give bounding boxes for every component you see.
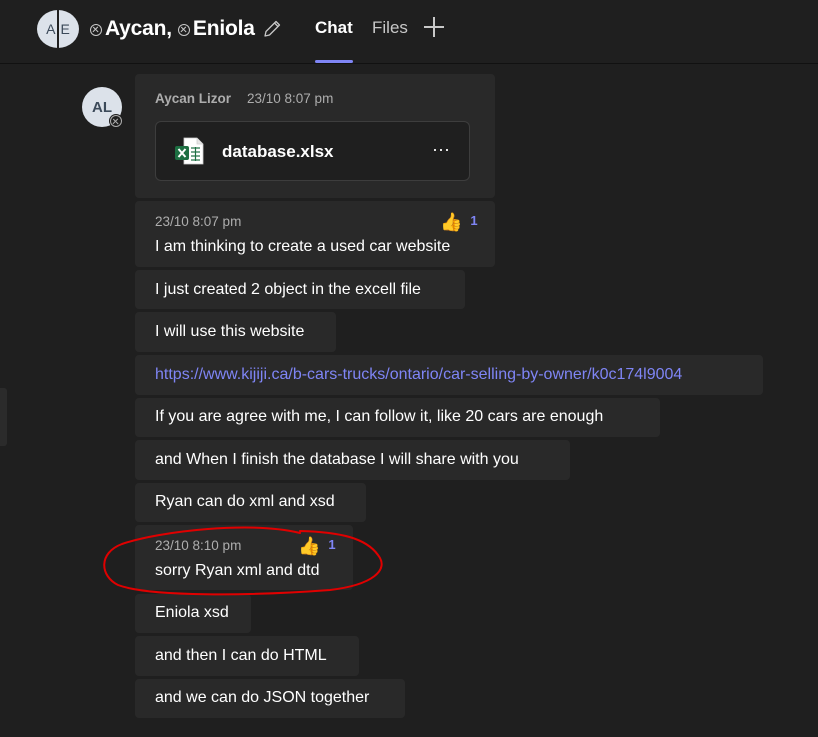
message-time: 23/10 8:07 pm <box>155 214 242 229</box>
message-text: sorry Ryan xml and dtd <box>155 562 320 579</box>
tab-chat[interactable]: Chat <box>315 18 353 64</box>
reaction[interactable]: 👍 1 <box>440 212 478 232</box>
chat-title: Aycan, Eniola <box>90 15 283 43</box>
message-link[interactable]: https://www.kijiji.ca/b-cars-trucks/onta… <box>155 366 682 384</box>
message-bubble[interactable]: I just created 2 object in the excell fi… <box>135 270 465 309</box>
message-file[interactable]: Aycan Lizor 23/10 8:07 pm database.xlsx … <box>135 74 495 198</box>
tab-files[interactable]: Files <box>372 18 408 64</box>
message-bubble[interactable]: 23/10 8:07 pm 👍 1 I am thinking to creat… <box>135 201 495 267</box>
message-text: and then I can do HTML <box>155 647 327 664</box>
sender-name: Aycan Lizor <box>155 91 232 106</box>
excel-file-icon <box>175 137 204 165</box>
message-bubble[interactable]: and then I can do HTML <box>135 636 359 676</box>
message-bubble[interactable]: 23/10 8:10 pm 👍 1 sorry Ryan xml and dtd <box>135 525 353 590</box>
message-text: and we can do JSON together <box>155 689 370 706</box>
message-text: I will use this website <box>155 323 305 340</box>
message-text: I am thinking to create a used car websi… <box>155 238 451 255</box>
message-time: 23/10 8:07 pm <box>247 91 334 106</box>
thumbs-up-icon: 👍 <box>298 536 321 556</box>
file-name[interactable]: database.xlsx <box>222 142 334 162</box>
avatar-divider <box>57 10 59 48</box>
message-time: 23/10 8:10 pm <box>155 538 242 553</box>
message-text: and When I finish the database I will sh… <box>155 451 519 468</box>
pencil-icon[interactable] <box>261 18 283 40</box>
chat-header: A E Aycan, Eniola Chat Files <box>0 0 818 64</box>
offline-x-icon <box>177 23 190 36</box>
message-bubble[interactable]: and When I finish the database I will sh… <box>135 440 570 480</box>
plus-icon[interactable] <box>424 17 444 37</box>
participant-name-aycan[interactable]: Aycan, <box>105 17 172 41</box>
message-bubble[interactable]: https://www.kijiji.ca/b-cars-trucks/onta… <box>135 355 763 395</box>
reaction-count: 1 <box>328 536 336 552</box>
message-text: If you are agree with me, I can follow i… <box>155 408 604 425</box>
sender-status <box>109 114 123 128</box>
message-text: Ryan can do xml and xsd <box>155 493 335 510</box>
side-panel-handle[interactable] <box>0 388 7 446</box>
more-options-icon[interactable]: ··· <box>432 139 450 160</box>
reaction[interactable]: 👍 1 <box>298 536 336 556</box>
file-attachment[interactable]: database.xlsx ··· <box>155 121 470 181</box>
reaction-count: 1 <box>470 212 478 228</box>
message-text: Eniola xsd <box>155 604 229 621</box>
offline-x-icon <box>90 23 102 36</box>
participant-name-eniola[interactable]: Eniola <box>193 17 255 41</box>
message-bubble[interactable]: If you are agree with me, I can follow i… <box>135 398 660 437</box>
avatar-initial-a: A <box>46 21 56 37</box>
message-text: I just created 2 object in the excell fi… <box>155 281 421 298</box>
message-bubble[interactable]: I will use this website <box>135 312 336 352</box>
thumbs-up-icon: 👍 <box>440 212 463 232</box>
message-bubble[interactable]: Ryan can do xml and xsd <box>135 483 366 522</box>
avatar-initial-e: E <box>60 21 70 37</box>
group-avatar[interactable]: A E <box>37 10 79 48</box>
offline-x-icon <box>110 115 122 127</box>
message-bubble[interactable]: and we can do JSON together <box>135 679 405 718</box>
message-bubble[interactable]: Eniola xsd <box>135 594 251 633</box>
